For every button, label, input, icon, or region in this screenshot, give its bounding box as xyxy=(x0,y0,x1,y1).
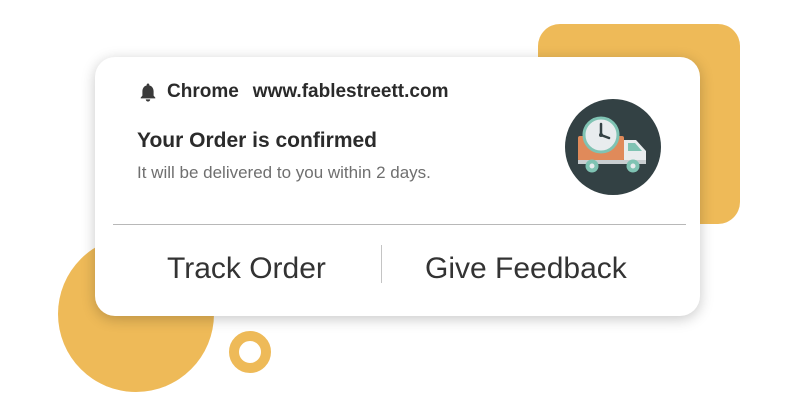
bell-icon xyxy=(137,81,159,103)
app-name: Chrome xyxy=(167,81,239,102)
notification-title: Your Order is confirmed xyxy=(137,129,377,152)
site-url: www.fablestreett.com xyxy=(252,81,449,102)
notification-card: Chrome www.fablestreett.com Your Order i… xyxy=(95,57,700,316)
decorative-ring xyxy=(229,331,271,373)
delivery-truck-clock-icon xyxy=(565,99,661,195)
notification-actions: Track Order Give Feedback xyxy=(95,225,700,316)
give-feedback-button[interactable]: Give Feedback xyxy=(425,252,627,286)
action-separator xyxy=(381,245,382,283)
notification-header: Chrome www.fablestreett.com xyxy=(137,79,448,105)
notification-message: It will be delivered to you within 2 day… xyxy=(137,163,431,182)
track-order-button[interactable]: Track Order xyxy=(167,252,326,286)
